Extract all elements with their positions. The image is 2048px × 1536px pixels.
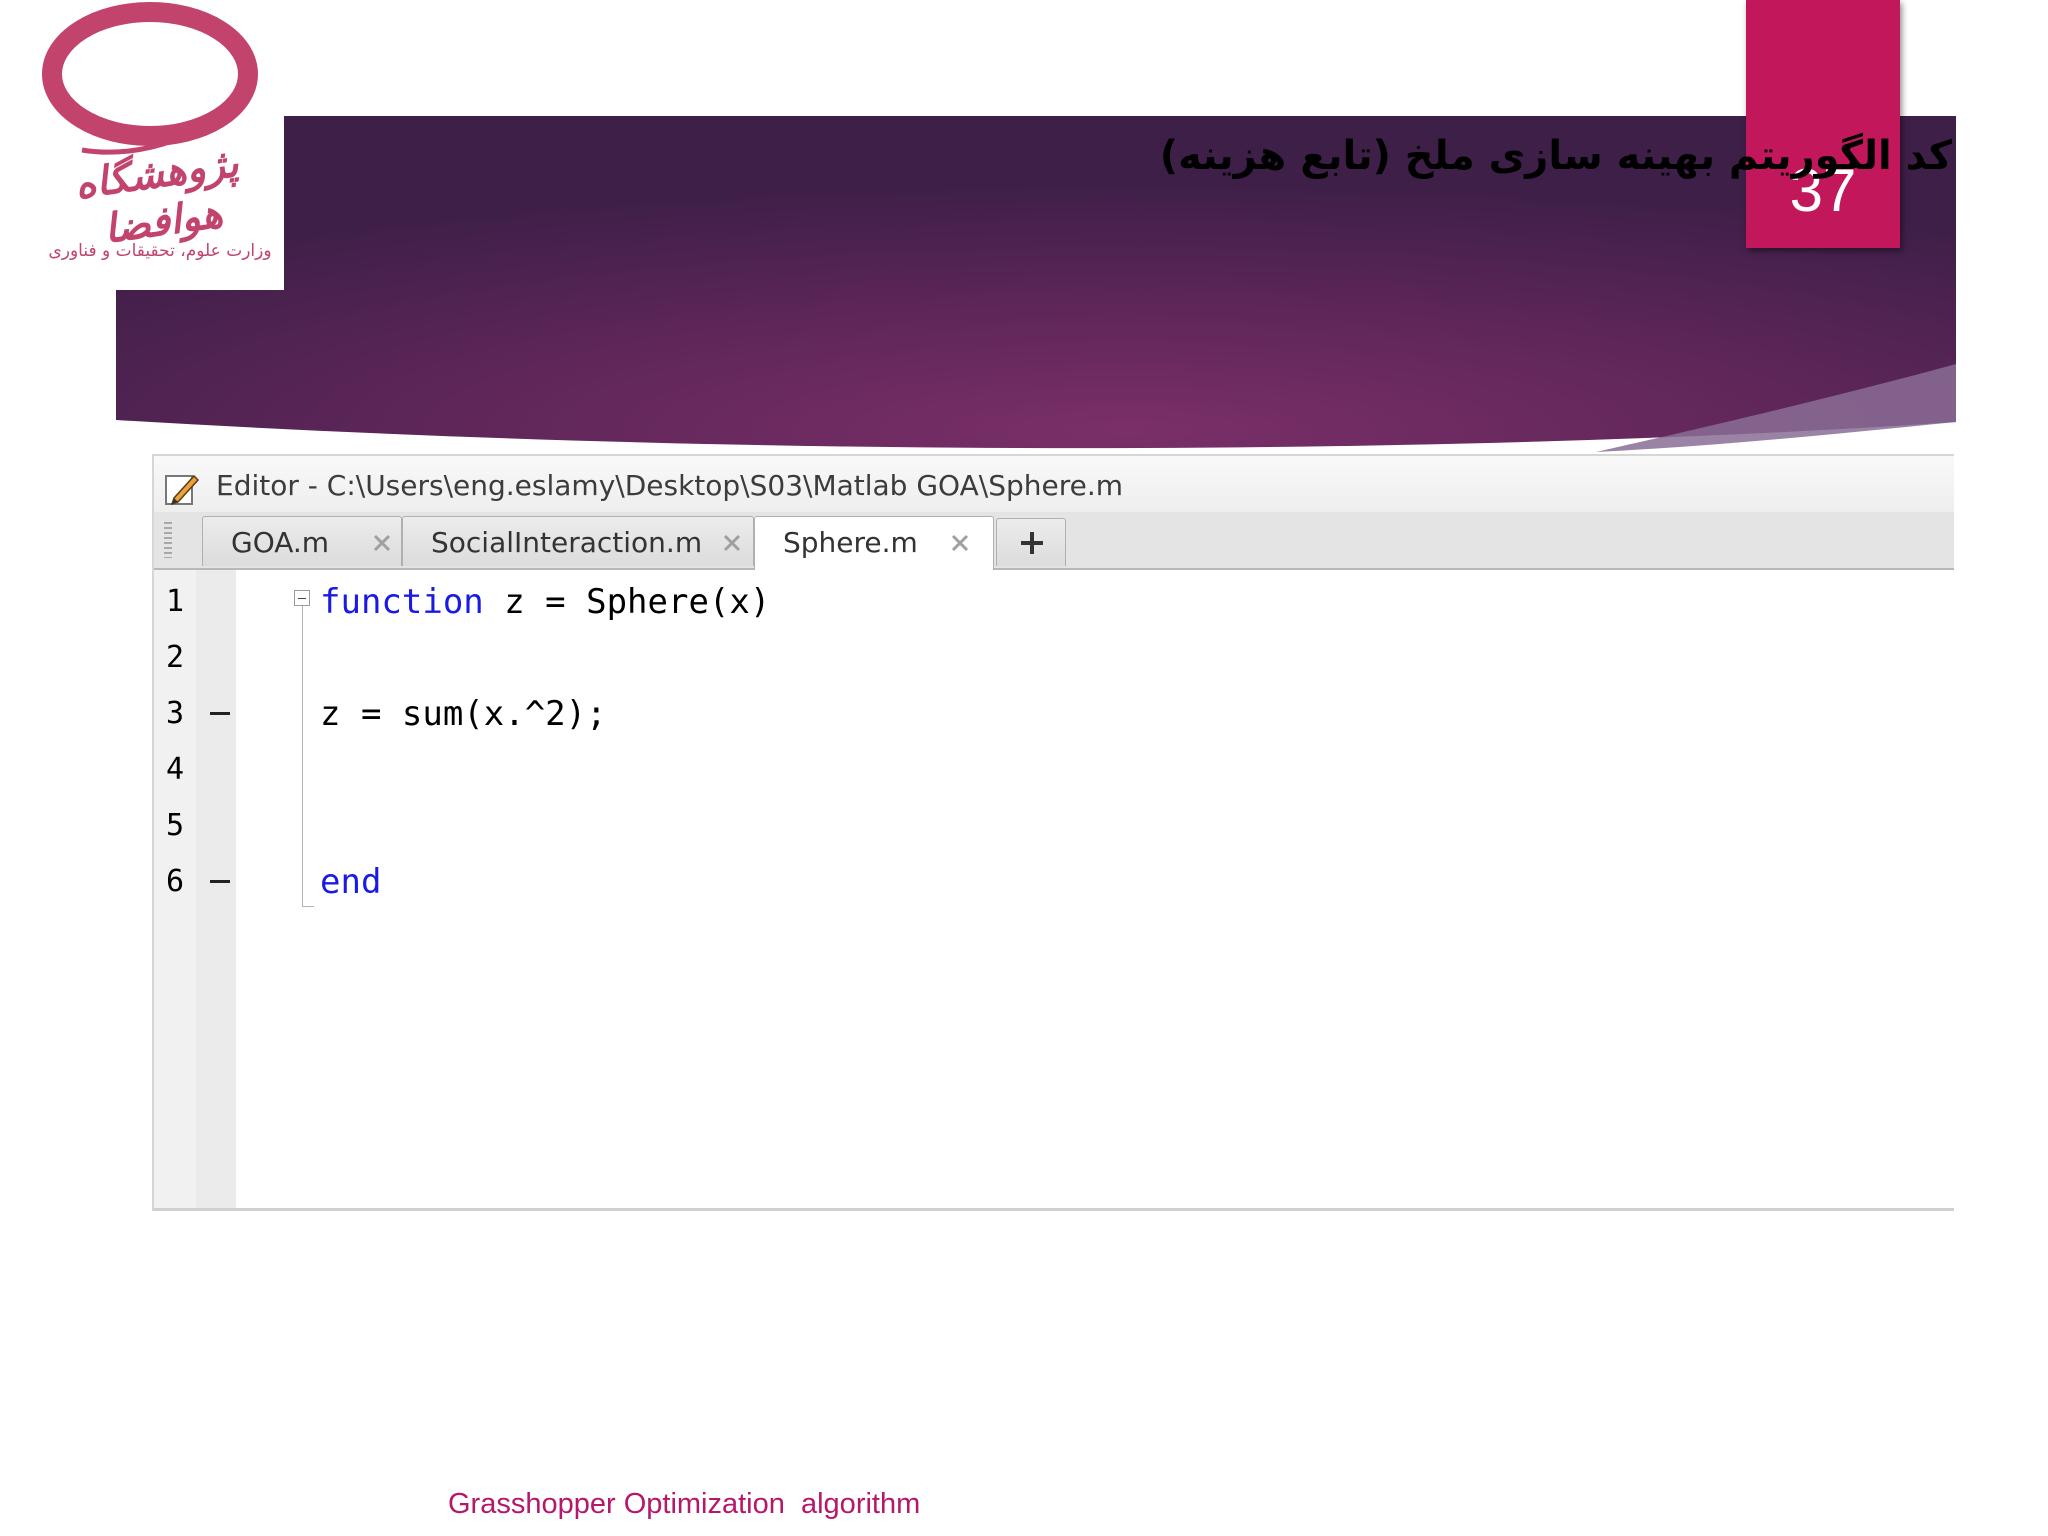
close-icon[interactable] xyxy=(949,532,971,554)
logo-subtitle: وزارت علوم، تحقیقات و فناوری xyxy=(48,241,272,261)
fold-collapse-icon[interactable] xyxy=(294,590,310,606)
plus-icon xyxy=(1021,532,1043,554)
line-number: 6 xyxy=(165,864,185,899)
code-keyword: end xyxy=(320,862,382,902)
executable-line-marker[interactable] xyxy=(210,880,230,883)
tab-label: GOA.m xyxy=(231,526,330,559)
code-keyword: function xyxy=(320,582,484,622)
code-line-1[interactable]: function z = Sphere(x) xyxy=(320,580,770,624)
line-number: 2 xyxy=(165,640,185,675)
slide-footer: Grasshopper Optimization algorithm xyxy=(448,1488,921,1520)
code-line-6[interactable]: end xyxy=(320,860,381,904)
code-fold-end xyxy=(302,906,314,907)
drag-grip-icon[interactable] xyxy=(164,522,172,558)
editor-title: Editor - C:\Users\eng.eslamy\Desktop\S03… xyxy=(216,469,1124,502)
line-number: 1 xyxy=(165,584,185,619)
breakpoint-column[interactable] xyxy=(196,570,236,1208)
editor-window: Editor - C:\Users\eng.eslamy\Desktop\S03… xyxy=(152,454,1954,1211)
line-number: 5 xyxy=(165,808,185,843)
executable-line-marker[interactable] xyxy=(210,712,230,715)
tab-bar: GOA.m SocialInteraction.m Sphere.m xyxy=(154,512,1954,570)
logo: پژوهشگاه هوافضا وزارت علوم، تحقیقات و فن… xyxy=(22,0,284,290)
line-number: 4 xyxy=(165,752,185,787)
tab-label: Sphere.m xyxy=(783,526,918,559)
close-icon[interactable] xyxy=(371,532,393,554)
slide: پژوهشگاه هوافضا وزارت علوم، تحقیقات و فن… xyxy=(0,0,2048,1536)
add-tab-button[interactable] xyxy=(996,518,1066,566)
pencil-edit-icon xyxy=(165,474,200,506)
code-line-3[interactable]: z = sum(x.^2); xyxy=(320,692,607,736)
slide-title: کد الگوریتم بهینه سازی ملخ (تابع هزینه) xyxy=(1159,133,1952,179)
tab-goa[interactable]: GOA.m xyxy=(202,516,402,566)
line-number: 3 xyxy=(165,696,185,731)
editor-titlebar: Editor - C:\Users\eng.eslamy\Desktop\S03… xyxy=(154,456,1954,512)
close-icon[interactable] xyxy=(721,532,743,554)
code-text: z = Sphere(x) xyxy=(483,582,771,622)
slide-number-box: 37 xyxy=(1746,0,1900,248)
tab-socialinteraction[interactable]: SocialInteraction.m xyxy=(402,516,754,566)
tab-sphere[interactable]: Sphere.m xyxy=(754,516,994,570)
tab-label: SocialInteraction.m xyxy=(431,526,703,559)
code-fold-guide xyxy=(302,606,303,906)
code-text: z = sum(x.^2); xyxy=(320,694,607,734)
